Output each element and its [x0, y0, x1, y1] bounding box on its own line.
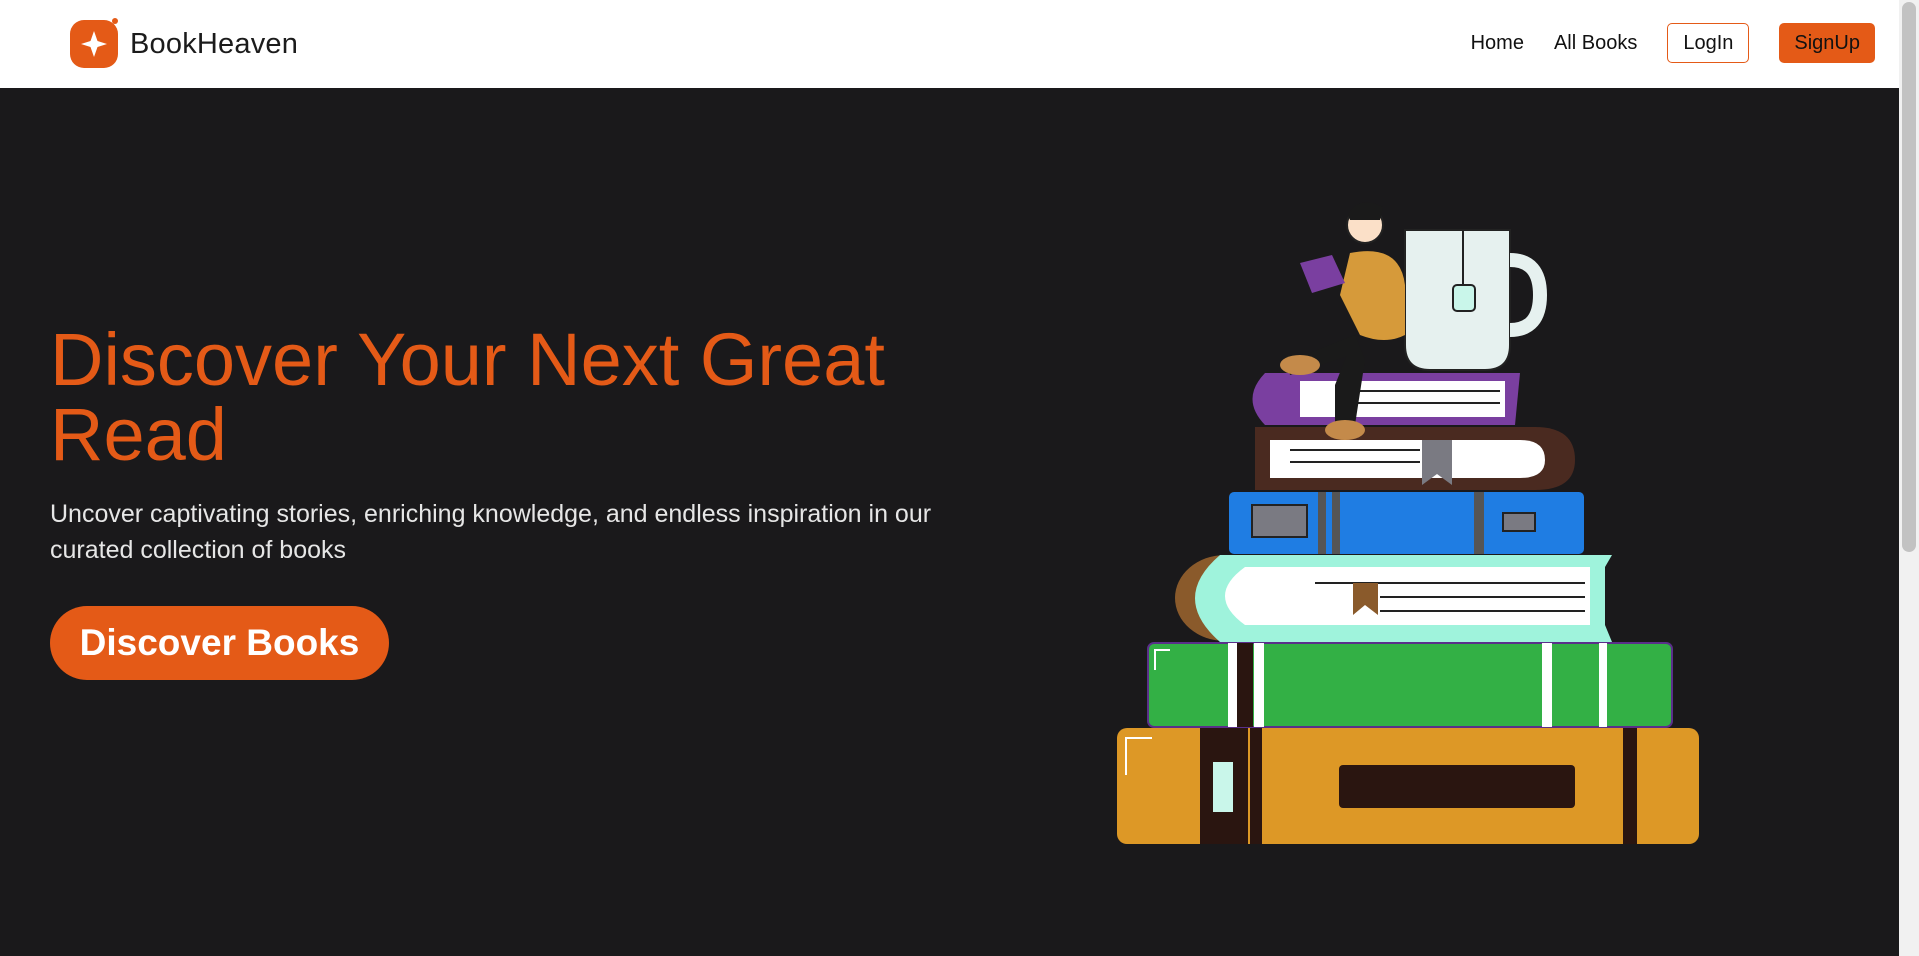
signup-button[interactable]: SignUp: [1779, 23, 1875, 63]
page-scrollbar[interactable]: [1899, 0, 1919, 956]
purple-book: [1252, 373, 1520, 425]
logo-icon: [70, 18, 118, 68]
discover-books-button[interactable]: Discover Books: [50, 606, 389, 680]
login-button[interactable]: LogIn: [1667, 23, 1750, 63]
book-stack-illustration: [1117, 202, 1699, 844]
nav-all-books-link[interactable]: All Books: [1554, 32, 1637, 55]
nav-links: Home All Books LogIn SignUp: [1471, 23, 1875, 63]
scrollbar-thumb[interactable]: [1902, 2, 1916, 552]
brown-book: [1255, 427, 1575, 490]
brand-logo[interactable]: BookHeaven: [69, 18, 298, 70]
hero-title: Discover Your Next Great Read: [50, 318, 885, 476]
nav-home-link[interactable]: Home: [1471, 32, 1524, 55]
top-navbar: BookHeaven Home All Books LogIn SignUp: [0, 0, 1899, 88]
mug: [1404, 229, 1548, 371]
green-book: [1147, 642, 1673, 728]
mint-book: [1175, 555, 1612, 642]
orange-book: [1117, 728, 1699, 844]
brand-name: BookHeaven: [130, 27, 299, 60]
hero-subtitle: Uncover captivating stories, enriching k…: [50, 500, 932, 564]
blue-book: [1229, 492, 1584, 554]
